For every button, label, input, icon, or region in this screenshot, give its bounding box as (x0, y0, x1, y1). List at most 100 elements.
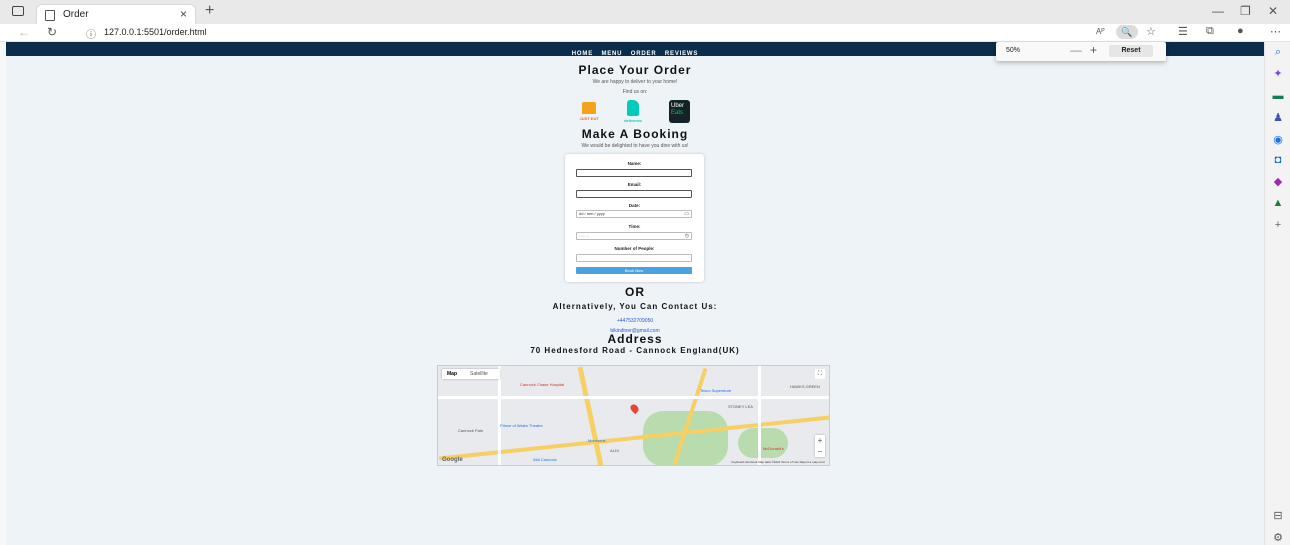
office-icon[interactable]: ◉ (1272, 134, 1284, 146)
favorites-icon[interactable]: ☰ (1178, 25, 1188, 38)
contact-title: Alternatively, You Can Contact Us: (552, 302, 718, 311)
settings-more-icon[interactable]: ⋯ (1270, 25, 1281, 38)
map-location-pin-icon[interactable] (628, 402, 641, 415)
zoom-in-button[interactable]: + (1090, 43, 1097, 57)
nav-menu[interactable]: MENU (601, 47, 622, 61)
nav-home[interactable]: HOME (572, 47, 593, 61)
close-window-icon[interactable]: ✕ (1268, 4, 1278, 18)
deliveroo-text: deliveroo (624, 118, 642, 123)
name-input[interactable] (576, 169, 692, 177)
drop-icon[interactable]: ◆ (1272, 176, 1284, 188)
map-zoom-control[interactable]: + − (815, 435, 825, 457)
delivery-logos: JUST EAT deliveroo Uber Eats (577, 100, 693, 126)
or-divider: OR (625, 285, 645, 299)
people-icon[interactable]: ♟ (1272, 112, 1284, 124)
tree-icon[interactable]: ▲ (1272, 197, 1284, 209)
people-input[interactable] (576, 254, 692, 262)
deliveroo-logo[interactable]: deliveroo (621, 100, 645, 124)
sidebar-settings-icon[interactable]: ⚙ (1272, 532, 1284, 544)
eats-text: Eats (671, 110, 684, 116)
time-placeholder: --:-- -- (579, 233, 590, 238)
close-tab-icon[interactable]: × (180, 7, 187, 21)
map-type-control: Map Satellite (442, 369, 500, 379)
map-label: HAWKS GREEN (790, 384, 820, 389)
booking-title: Make A Booking (581, 127, 689, 141)
profile-icon[interactable]: ● (1237, 25, 1244, 37)
map-road (758, 366, 761, 465)
order-subtitle: We are happy to deliver to your home! (592, 79, 678, 85)
booking-subtitle: We would be delighted to have you dine w… (581, 143, 689, 149)
back-icon[interactable]: ← (18, 25, 30, 39)
zoom-popup: 50% — + Reset (996, 42, 1166, 61)
minimize-icon[interactable]: — (1212, 4, 1224, 18)
email-input[interactable] (576, 190, 692, 198)
shopping-icon[interactable]: ▬ (1272, 90, 1284, 102)
tab-order[interactable]: Order × (36, 4, 196, 24)
map-zoom-in-icon[interactable]: + (815, 435, 825, 446)
map-park-area (643, 411, 728, 465)
clock-icon[interactable]: ◷ (685, 233, 689, 239)
map-label: Tesco Superstore (700, 388, 732, 393)
add-sidebar-app-icon[interactable]: + (1272, 219, 1284, 231)
map-attribution[interactable]: Keyboard shortcuts Map data ©2024 Terms … (731, 460, 825, 464)
url-text[interactable]: 127.0.0.1:5501/order.html (104, 27, 207, 37)
zoom-reset-button[interactable]: Reset (1109, 45, 1153, 57)
page-viewport: HOME MENU ORDER REVIEWS Place Your Order… (6, 42, 1264, 545)
outlook-icon[interactable]: ◘ (1272, 154, 1284, 166)
uber-text: Uber (671, 103, 685, 109)
tab-actions-icon[interactable] (12, 6, 24, 16)
map-label: ALDI (610, 448, 619, 453)
map-label: Aldi Cannock (533, 457, 557, 462)
edge-sidebar: ⌕ ✦ ▬ ♟ ◉ ◘ ◆ ▲ + ⊟ ⚙ (1264, 42, 1290, 545)
tab-strip: Order × + — ❐ ✕ (0, 0, 1290, 24)
fullscreen-icon[interactable]: ⛶ (815, 369, 825, 379)
deliveroo-kangaroo-icon (627, 100, 639, 116)
add-favorite-icon[interactable]: ☆ (1146, 25, 1156, 38)
just-eat-logo[interactable]: JUST EAT (577, 102, 601, 124)
nav-order[interactable]: ORDER (631, 47, 657, 61)
map-button[interactable]: Map (447, 371, 457, 377)
address-toolbar: ← ↻ ⓘ 127.0.0.1:5501/order.html Aᴾ 🔍 ☆ ☰… (0, 24, 1290, 42)
google-logo: Google (442, 457, 463, 463)
just-eat-text: JUST EAT (579, 116, 599, 121)
restore-icon[interactable]: ❐ (1240, 4, 1251, 18)
hide-sidebar-icon[interactable]: ⊟ (1272, 510, 1284, 522)
map-zoom-out-icon[interactable]: − (815, 446, 825, 457)
read-aloud-icon[interactable]: Aᴾ (1096, 27, 1105, 36)
find-us-label: Find us on: (622, 89, 648, 95)
time-input[interactable]: --:-- -- ◷ (576, 232, 692, 240)
nav-reviews[interactable]: REVIEWS (665, 47, 698, 61)
booking-form: Name: Email: Date: dd / mm / yyyy ▭ Time… (565, 154, 704, 282)
uber-eats-logo[interactable]: Uber Eats (669, 100, 690, 123)
zoom-out-button[interactable]: — (1070, 43, 1082, 57)
satellite-button[interactable]: Satellite (470, 371, 488, 377)
map-label: Cannock Park (458, 428, 484, 433)
email-label: Email: (627, 182, 642, 187)
map-label: McDonald's (763, 446, 784, 451)
date-placeholder: dd / mm / yyyy (579, 211, 605, 216)
map-park-area (738, 428, 788, 458)
zoom-indicator-icon[interactable]: 🔍 (1116, 25, 1138, 39)
calendar-icon[interactable]: ▭ (684, 211, 689, 217)
map-label: Prince of Wales Theatre (500, 423, 543, 428)
map-label: STONEY LEA (728, 404, 753, 409)
book-now-button[interactable]: Book Now (576, 267, 692, 274)
map-label: Morrisons (588, 438, 606, 443)
google-map[interactable]: Cannock Chase Hospital Tesco Superstore … (437, 365, 830, 466)
order-title: Place Your Order (578, 63, 692, 77)
map-road (498, 366, 501, 465)
search-icon[interactable]: ⌕ (1272, 46, 1284, 58)
name-label: Name: (627, 161, 642, 166)
site-info-icon[interactable]: ⓘ (86, 26, 96, 41)
page-icon (45, 10, 55, 21)
new-tab-button[interactable]: + (205, 2, 214, 20)
address-title: Address (607, 332, 663, 346)
phone-link[interactable]: +447532709050 (6, 318, 1264, 324)
address-text: 70 Hednesford Road - Cannock England(UK) (530, 346, 740, 355)
collections-icon[interactable]: ⧉ (1206, 25, 1214, 38)
copilot-icon[interactable]: ✦ (1272, 68, 1284, 80)
map-road (438, 396, 829, 399)
date-input[interactable]: dd / mm / yyyy ▭ (576, 210, 692, 218)
address-bar[interactable]: ⓘ 127.0.0.1:5501/order.html (74, 25, 1094, 41)
refresh-icon[interactable]: ↻ (47, 25, 57, 39)
